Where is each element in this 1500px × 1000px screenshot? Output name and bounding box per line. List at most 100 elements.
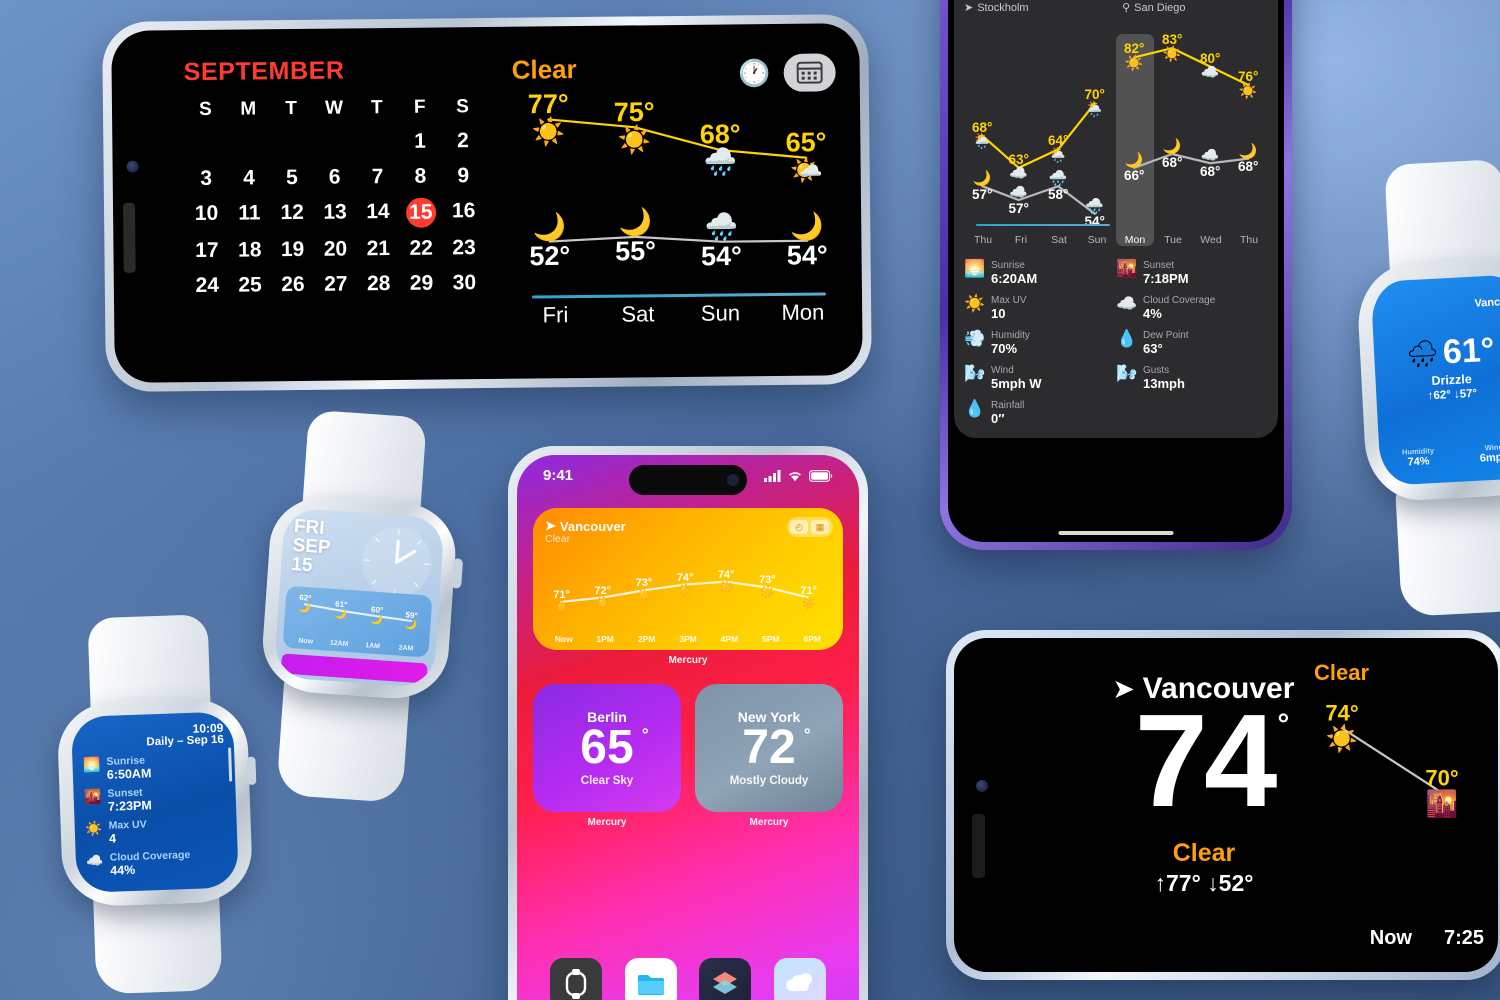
day-label[interactable]: Sun [1078,234,1116,246]
scrollbar[interactable] [228,747,233,782]
dock-app[interactable]: Watch [550,958,603,1000]
day-label[interactable]: Sat [1040,234,1078,246]
watch-daily-screen[interactable]: 10:09 Daily – Sep 16 🌅 Sunrise 6:50AM 🌇 Suns… [70,711,239,893]
hour-label[interactable]: 3PM [667,634,708,644]
hour-label[interactable]: 1PM [584,634,625,644]
mercury-app-icon[interactable] [773,958,826,1000]
day-axis[interactable]: Thu Fri Sat Sun Mon Tue Wed Thu [964,234,1268,246]
calendar-today[interactable]: 15 [405,197,436,228]
watch-footer: Humidity 74% Wind 6mph [1379,441,1500,470]
clock-icon[interactable]: 🕐 [738,58,771,89]
stat-label: Rainfall [991,400,1025,411]
clock-icon[interactable]: ◴ [790,520,808,534]
day-label[interactable]: Wed [1192,234,1230,246]
calendar-day[interactable]: 14 [356,200,399,226]
widget-toggle[interactable]: ◴ ▦ [787,517,833,537]
calendar-day[interactable]: 2 [441,129,484,153]
calendar-day[interactable]: 15 [399,197,442,228]
calendar-day[interactable]: 7 [356,165,399,189]
calendar-day[interactable]: 20 [314,237,357,261]
forecast-day[interactable]: Sun [679,300,762,327]
weather-icon: 🌙 [618,207,653,238]
calendar-day[interactable]: 6 [313,165,356,189]
wind-icon: 🌬️ [964,364,986,383]
forecast-widget[interactable]: Clear 🕐 77° ☀️ 75° ☀️ 68° 🌧️ 65° 🌤️ 🌙 52° 🌙 55° 🌧️ 5… [511,51,844,328]
wallpaper-scene: SEPTEMBER SMTWTFS.....123456789101112131… [0,0,1500,1000]
forecast-day[interactable]: Mon [762,299,845,326]
watch-vancouver-screen[interactable]: 10 Vancou 🌧 61° Drizzle ↑62° ↓57° Humidi… [1370,274,1500,486]
calendar-day[interactable]: 12 [271,201,314,227]
calendar-day[interactable]: 23 [442,236,485,260]
calendar-day[interactable]: 16 [442,199,485,225]
calendar-icon[interactable] [783,53,836,92]
shortcuts-app-icon[interactable] [699,958,752,1000]
watch-face-screen[interactable]: FRI SEP 15 62° 🌙 61° 🌙 60° 🌙 59° 🌙 Now 1… [273,507,445,689]
calendar-day[interactable]: 18 [228,238,271,262]
day-label[interactable]: Mon [1116,234,1154,246]
calendar-day[interactable]: 9 [442,164,485,188]
calendar-day[interactable]: 5 [270,166,313,190]
front-camera-icon [727,474,739,486]
forecast-day[interactable]: Sat [597,301,680,328]
calendar-day[interactable]: 22 [400,236,443,260]
hour-label[interactable]: 5PM [750,634,791,644]
newyork-widget[interactable]: New York 72 ° Mostly Cloudy [695,684,843,812]
watch-app-icon[interactable] [550,958,603,1000]
day-label[interactable]: Fri [1002,234,1040,246]
complication-hour: Now [298,637,314,646]
files-app-icon[interactable] [624,958,677,1000]
calendar-day[interactable]: 19 [271,238,314,262]
calendar-day[interactable]: 1 [399,129,442,153]
stat-value: 5mph W [991,376,1042,391]
bottom-complication[interactable] [280,653,428,684]
landscape-footer-label[interactable]: 7:25 [1444,927,1484,950]
chart-temp: 68° [1162,154,1183,170]
weather-complication[interactable]: 62° 🌙 61° 🌙 60° 🌙 59° 🌙 Now 12AM 1AM 2AM [282,585,433,658]
calendar-day[interactable]: 28 [357,272,400,296]
calendar-day[interactable]: 8 [399,164,442,188]
landscape-side-chart: Clear 74° ☀️ 70° 🌇 [1298,660,1498,940]
calendar-day[interactable]: 26 [271,273,314,297]
digital-crown[interactable] [246,756,257,785]
side-button[interactable] [972,814,985,878]
calendar-day[interactable]: 25 [229,273,272,297]
calendar-icon[interactable]: ▦ [811,520,829,534]
calendar-day[interactable]: 21 [357,237,400,261]
hour-label[interactable]: 6PM [792,634,833,644]
calendar-day[interactable]: 4 [227,166,270,190]
dock-app[interactable]: Files [624,958,677,1000]
digital-crown[interactable] [451,558,464,589]
vancouver-widget-condition: Clear [545,533,571,545]
calendar-day[interactable]: 10 [185,202,228,228]
calendar-day[interactable]: 29 [400,271,443,295]
calendar-day[interactable]: 30 [443,271,486,295]
landscape-footer-label[interactable]: Now [1370,927,1412,950]
calendar-day[interactable]: 27 [314,272,357,296]
stat-label: Sunset [1143,260,1175,271]
calendar-weekday: W [324,97,344,119]
calendar-day[interactable]: 3 [185,167,228,191]
calendar-day[interactable]: 24 [186,274,229,298]
calendar-widget[interactable]: SEPTEMBER SMTWTFS.....123456789101112131… [183,55,485,298]
calendar-day[interactable]: 11 [228,201,271,227]
day-label[interactable]: Thu [964,234,1002,246]
vancouver-widget[interactable]: ➤ Vancouver Clear ◴ ▦ 71° ☀️ 72° ☀️ 73° ☀️ 74° ☀… [533,508,843,650]
calendar-day[interactable]: 17 [185,239,228,263]
uv-icon: ☀️ [964,294,986,313]
forecast-day[interactable]: Fri [514,302,597,329]
daily-forecast-card[interactable]: DAILY FORECAST – AUG 28 ➤ Stockholm ⚲ Sa… [954,0,1278,438]
berlin-widget[interactable]: Berlin 65 ° Clear Sky [533,684,681,812]
hour-label[interactable]: 4PM [709,634,750,644]
home-indicator[interactable] [1058,531,1174,535]
dock-app[interactable]: Mercury [773,958,826,1000]
hour-label[interactable]: Now [543,634,584,644]
side-button[interactable] [122,202,136,273]
dock-app[interactable]: Shortcuts [699,958,752,1000]
chart-point: 71° ☀️ [800,585,817,609]
chart-point: 70° 🌇 [1425,767,1458,819]
hour-label[interactable]: 2PM [626,634,667,644]
weather-icon: 🌙 [404,618,418,631]
day-label[interactable]: Tue [1154,234,1192,246]
calendar-day[interactable]: 13 [314,200,357,226]
day-label[interactable]: Thu [1230,234,1268,246]
